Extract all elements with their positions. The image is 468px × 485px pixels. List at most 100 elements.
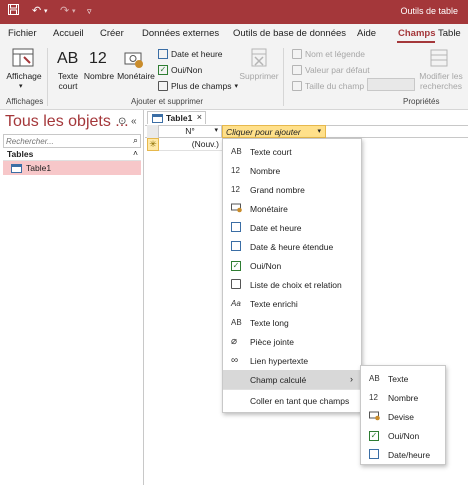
menu-item-texte-court[interactable]: AB Texte court (223, 142, 361, 161)
table-icon (152, 113, 163, 123)
number-icon[interactable]: 12 (89, 50, 107, 68)
tab-aide[interactable]: Aide (357, 28, 376, 39)
currency-icon[interactable] (124, 51, 144, 71)
group-label-affichages: Affichages (6, 97, 44, 106)
modify-lookups-icon[interactable] (430, 49, 448, 69)
menu-item-lien-hypertexte[interactable]: ∞ Lien hypertexte (223, 351, 361, 370)
number-icon: 12 (369, 393, 378, 402)
document-tab-table1[interactable]: Table1 × (147, 111, 206, 124)
new-row-selector[interactable]: ✳ (147, 138, 159, 151)
redo-dropdown-icon[interactable]: ▾ (72, 7, 76, 15)
menu-separator (223, 389, 361, 390)
menu-item-monetaire[interactable]: Monétaire (223, 199, 361, 218)
submenu-item-label: Devise (388, 411, 414, 422)
column-header-add[interactable]: Cliquer pour ajouter ▾ (222, 125, 326, 138)
menu-item-coller-champs[interactable]: Coller en tant que champs (223, 391, 361, 410)
customize-toolbar-icon[interactable]: ▿ (87, 6, 92, 17)
rich-text-icon: Aa (231, 299, 241, 308)
menu-item-label: Grand nombre (250, 184, 305, 195)
nav-pane-title[interactable]: Tous les objets ... (5, 113, 129, 131)
view-button[interactable]: Affichage (6, 71, 42, 81)
menu-item-label: Liste de choix et relation (250, 279, 342, 290)
search-icon[interactable]: ⌕ (133, 135, 138, 146)
menu-item-grand-nombre[interactable]: 12 Grand nombre (223, 180, 361, 199)
navigation-pane: Tous les objets ... ⊙ « ⌕ Tables ˄ Table… (0, 110, 144, 485)
date-time-label: Date et heure (171, 49, 223, 59)
submenu-item-oui-non[interactable]: ✓ Oui/Non (361, 426, 445, 445)
text-short-icon[interactable]: AB (57, 50, 78, 68)
more-fields-label: Plus de champs (171, 81, 232, 91)
submenu-item-nombre[interactable]: 12 Nombre (361, 388, 445, 407)
menu-item-label: Monétaire (250, 203, 288, 214)
menu-item-texte-enrichi[interactable]: Aa Texte enrichi (223, 294, 361, 313)
currency-button[interactable]: Monétaire (116, 71, 156, 81)
tab-donnees-externes[interactable]: Données externes (142, 28, 219, 39)
tab-champs[interactable]: Champs (398, 28, 435, 39)
name-caption-icon (292, 49, 302, 59)
tab-accueil[interactable]: Accueil (53, 28, 84, 39)
menu-item-label: Texte court (250, 146, 292, 157)
number-button[interactable]: Nombre (83, 71, 115, 81)
menu-item-piece-jointe[interactable]: ⌀ Pièce jointe (223, 332, 361, 351)
chevron-down-icon[interactable]: ▾ (214, 126, 218, 134)
submenu-item-date-heure[interactable]: Date/heure (361, 445, 445, 464)
view-dropdown-icon[interactable]: ▾ (19, 82, 23, 90)
submenu-item-devise[interactable]: Devise (361, 407, 445, 426)
menu-item-liste-choix[interactable]: Liste de choix et relation (223, 275, 361, 294)
nav-section-tables[interactable]: Tables ˄ (3, 148, 141, 161)
menu-item-date-heure-etendue[interactable]: Date & heure étendue (223, 237, 361, 256)
group-separator (47, 48, 48, 106)
menu-item-label: Oui/Non (250, 260, 282, 271)
collapse-pane-icon[interactable]: « (131, 116, 137, 127)
menu-item-label: Coller en tant que champs (250, 395, 350, 406)
delete-button[interactable]: Supprimer (238, 71, 280, 81)
submenu-item-texte[interactable]: AB Texte (361, 369, 445, 388)
save-icon[interactable] (8, 4, 19, 18)
more-fields-button[interactable]: Plus de champs ▾ (158, 81, 238, 91)
close-icon[interactable]: × (197, 112, 202, 122)
modify-lookups-button[interactable]: Modifier les recherches (418, 71, 464, 91)
nav-options-icon[interactable]: ⊙ (118, 116, 126, 127)
new-row-id-cell[interactable]: (Nouv.) (159, 138, 222, 151)
column-header-id[interactable]: N° ▾ (159, 125, 222, 138)
menu-item-label: Lien hypertexte (250, 355, 309, 366)
redo-icon[interactable]: ↷ (60, 4, 69, 17)
chevron-down-icon: ▾ (234, 83, 238, 90)
delete-icon[interactable] (250, 48, 268, 70)
text-short-button[interactable]: Texte court (55, 71, 81, 91)
menu-item-texte-long[interactable]: AB Texte long (223, 313, 361, 332)
menu-item-label: Date et heure (250, 222, 302, 233)
default-value-button[interactable]: Valeur par défaut (292, 65, 370, 75)
view-icon[interactable] (12, 48, 34, 70)
calendar-icon (158, 49, 168, 59)
menu-item-label: Pièce jointe (250, 336, 294, 347)
chevron-down-icon[interactable]: ▾ (317, 127, 321, 135)
tab-fichier[interactable]: Fichier (8, 28, 37, 39)
tab-creer[interactable]: Créer (100, 28, 124, 39)
tab-outils-bdd[interactable]: Outils de base de données (233, 28, 346, 39)
undo-dropdown-icon[interactable]: ▾ (44, 7, 48, 15)
field-size-input[interactable] (367, 78, 415, 91)
column-header-id-label: N° (185, 126, 195, 136)
paperclip-icon: ⌀ (231, 336, 238, 347)
number-icon: 12 (231, 166, 240, 175)
menu-item-nombre[interactable]: 12 Nombre (223, 161, 361, 180)
chevron-up-icon[interactable]: ˄ (133, 148, 138, 158)
undo-icon[interactable]: ↶ (32, 4, 41, 17)
yes-no-button[interactable]: ✓ Oui/Non (158, 65, 202, 75)
select-all-cell[interactable] (147, 125, 159, 138)
menu-item-label: Nombre (250, 165, 281, 176)
default-value-label: Valeur par défaut (305, 65, 370, 75)
menu-item-date-heure[interactable]: Date et heure (223, 218, 361, 237)
large-number-icon: 12 (231, 185, 240, 194)
name-caption-button[interactable]: Nom et légende (292, 49, 365, 59)
nav-item-table1[interactable]: Table1 (3, 161, 141, 175)
default-value-icon (292, 65, 302, 75)
date-time-button[interactable]: Date et heure (158, 49, 223, 59)
text-icon: AB (369, 374, 380, 383)
menu-item-champ-calcule[interactable]: Champ calculé › (223, 370, 361, 389)
tab-table[interactable]: Table (438, 28, 461, 39)
nav-search-input[interactable] (4, 135, 124, 147)
menu-item-label: Date & heure étendue (250, 241, 334, 252)
menu-item-oui-non[interactable]: ✓ Oui/Non (223, 256, 361, 275)
